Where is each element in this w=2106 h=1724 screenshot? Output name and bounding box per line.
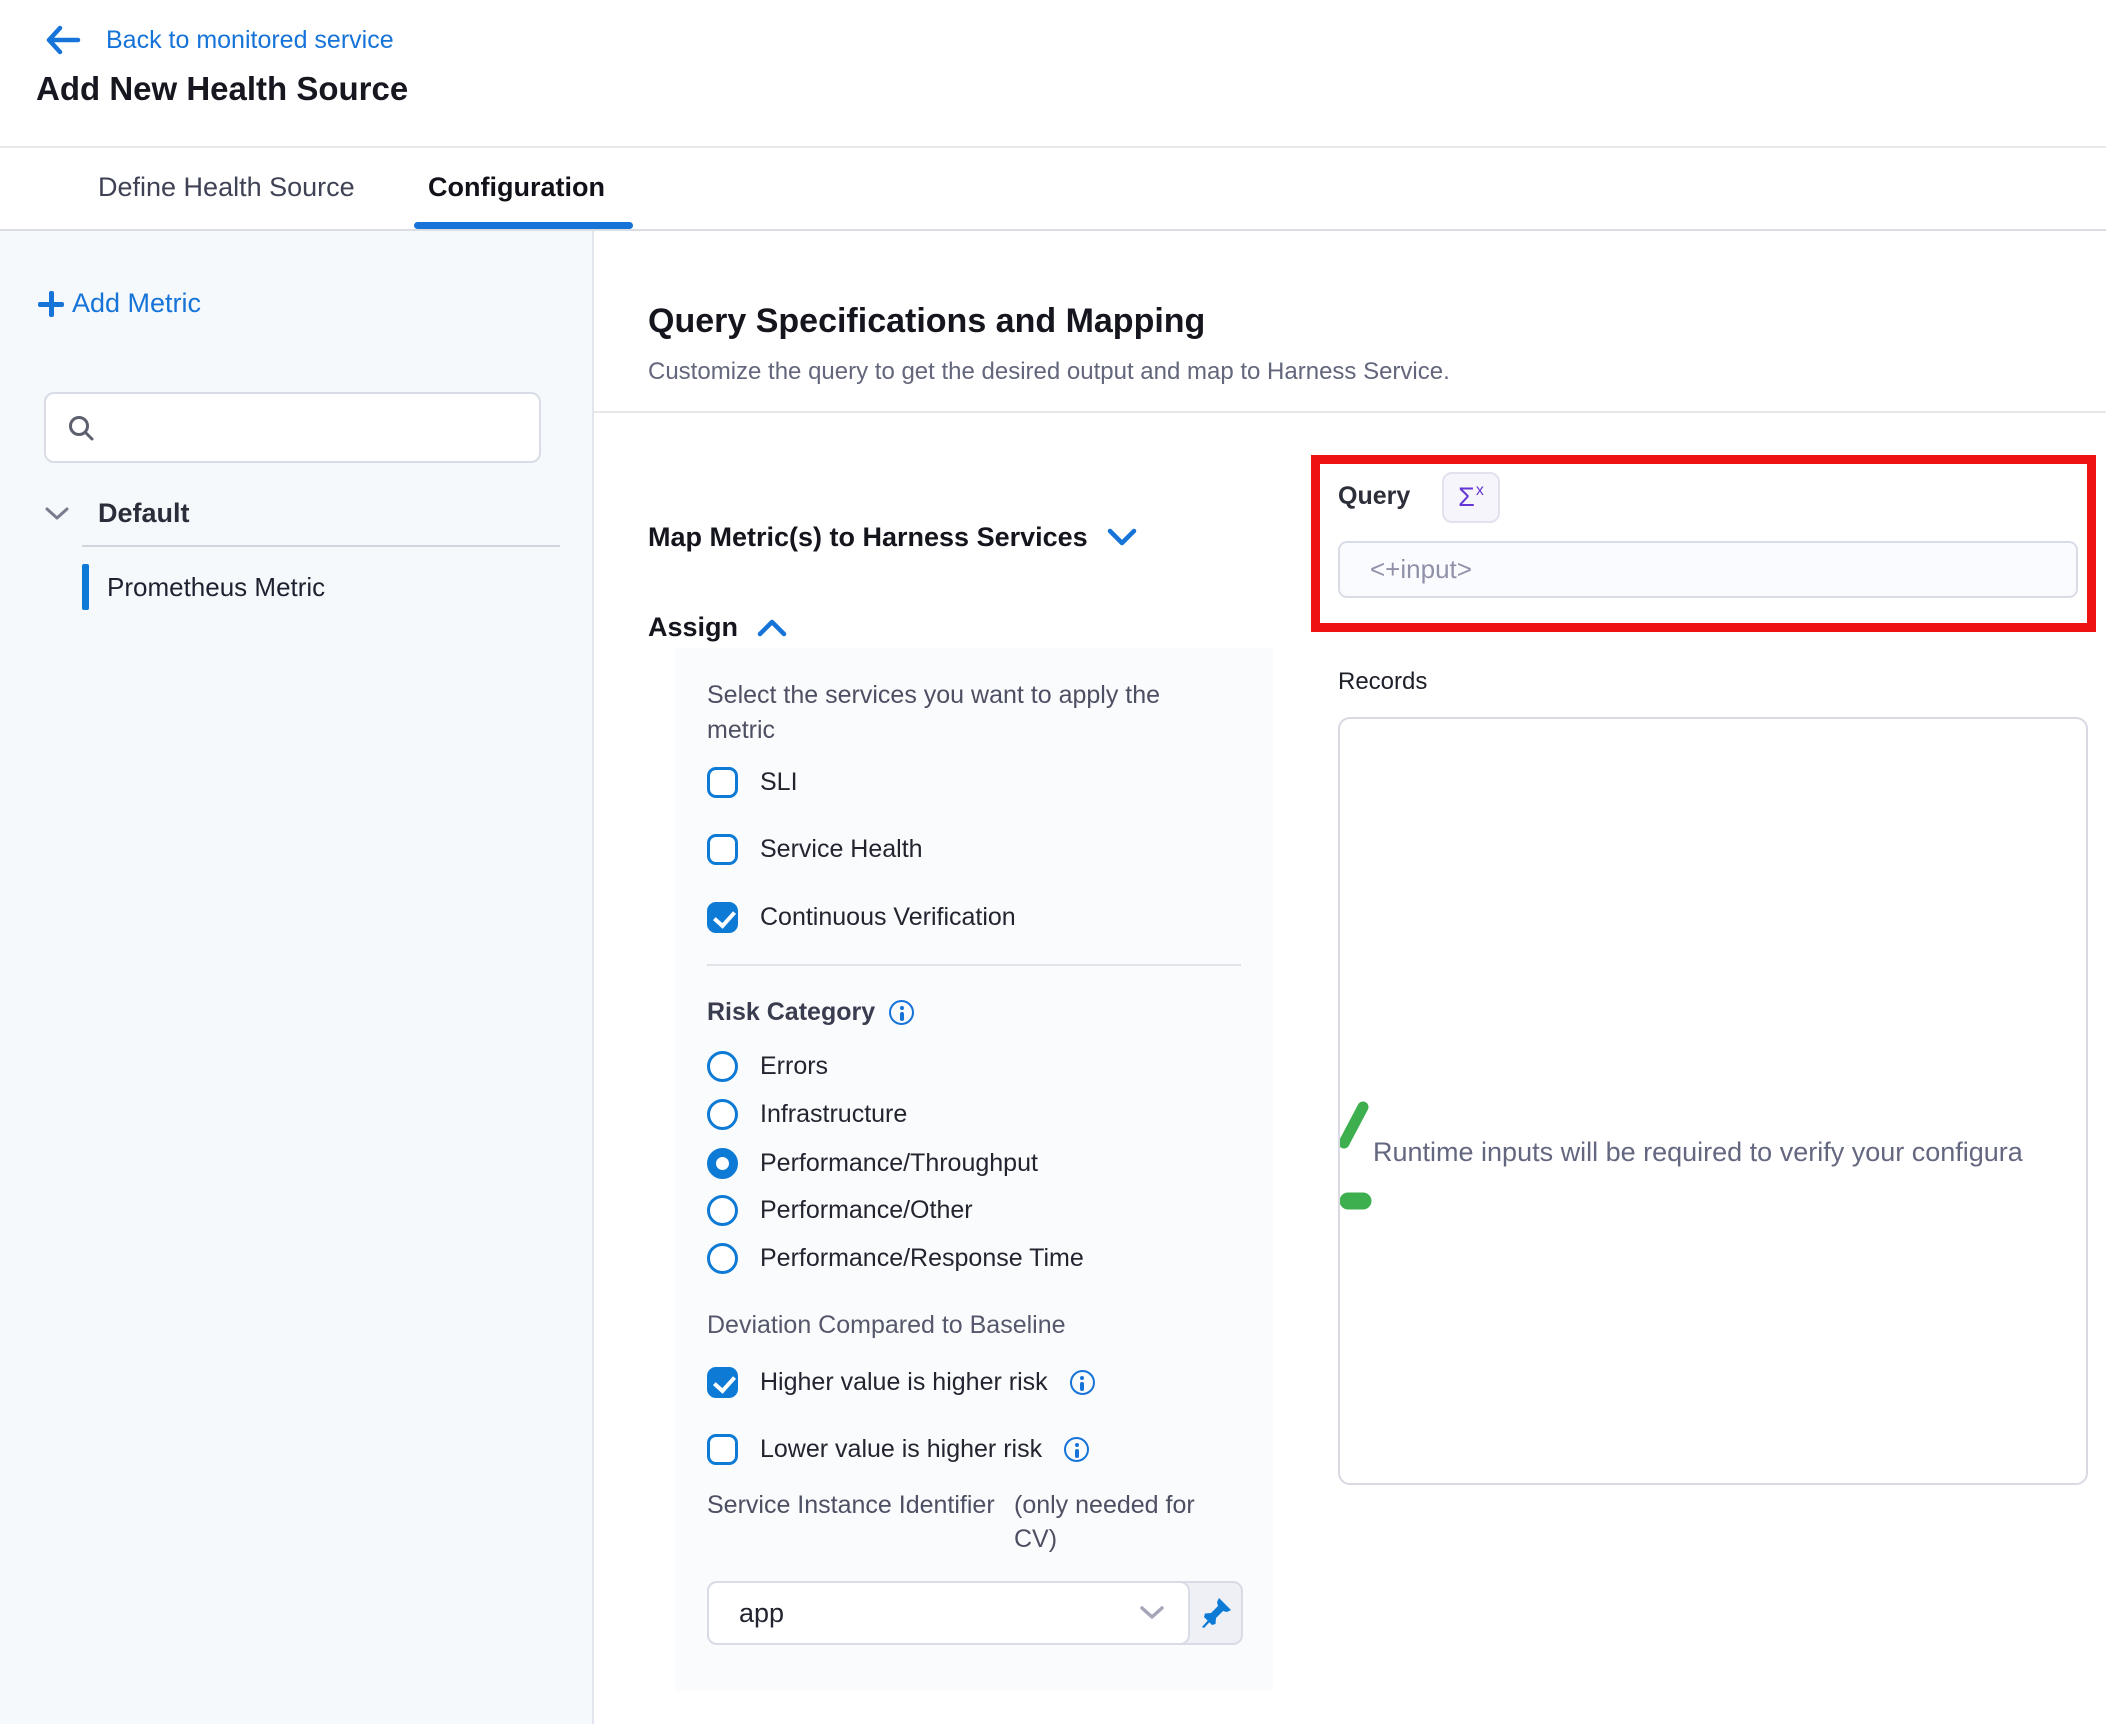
pin-runtime-input-button[interactable] bbox=[1190, 1583, 1241, 1643]
section-heading: Query Specifications and Mapping bbox=[648, 302, 1205, 341]
back-link[interactable]: Back to monitored service bbox=[44, 18, 394, 62]
map-metrics-section-label: Map Metric(s) to Harness Services bbox=[648, 522, 1088, 553]
chevron-up-icon bbox=[756, 617, 788, 638]
radio-label: Performance/Throughput bbox=[760, 1149, 1038, 1178]
checkbox-label: Lower value is higher risk bbox=[760, 1435, 1042, 1464]
checkbox-lower-value-risk[interactable]: Lower value is higher risk bbox=[707, 1432, 1089, 1466]
radio-label: Infrastructure bbox=[760, 1100, 907, 1129]
map-metrics-section-toggle[interactable]: Map Metric(s) to Harness Services bbox=[648, 522, 1138, 553]
search-icon bbox=[66, 413, 96, 443]
records-panel: Runtime inputs will be required to verif… bbox=[1338, 717, 2088, 1485]
info-icon[interactable] bbox=[1070, 1370, 1095, 1395]
back-link-label: Back to monitored service bbox=[106, 26, 394, 55]
checkbox-checked-icon bbox=[707, 902, 738, 933]
query-input[interactable]: <+input> bbox=[1338, 541, 2078, 598]
chevron-down-icon bbox=[1106, 527, 1138, 548]
selected-metric-indicator bbox=[82, 564, 89, 610]
heading-divider bbox=[594, 411, 2106, 413]
checkbox-icon bbox=[707, 767, 738, 798]
add-metric-label: Add Metric bbox=[72, 288, 201, 319]
sidebar-group-default[interactable]: Default bbox=[44, 498, 190, 529]
section-subheading: Customize the query to get the desired o… bbox=[648, 358, 1450, 386]
back-arrow-icon bbox=[44, 25, 82, 55]
service-instance-note: (only needed for CV) bbox=[1014, 1488, 1241, 1556]
query-label: Query bbox=[1338, 482, 1410, 511]
checkbox-icon bbox=[707, 1434, 738, 1465]
checkbox-checked-icon bbox=[707, 1367, 738, 1398]
sigma-sup: x bbox=[1476, 482, 1484, 500]
risk-category-label: Risk Category bbox=[707, 998, 875, 1027]
chevron-down-icon bbox=[44, 505, 70, 522]
checkbox-higher-value-risk[interactable]: Higher value is higher risk bbox=[707, 1365, 1095, 1399]
group-label: Default bbox=[98, 498, 190, 529]
add-metric-button[interactable]: Add Metric bbox=[38, 288, 201, 319]
checkbox-icon bbox=[707, 834, 738, 865]
checkbox-continuous-verification[interactable]: Continuous Verification bbox=[707, 900, 1016, 934]
tab-bar: Define Health Source Configuration bbox=[0, 150, 2106, 231]
assign-section-label: Assign bbox=[648, 612, 738, 643]
checkbox-service-health[interactable]: Service Health bbox=[707, 832, 923, 866]
checkbox-label: SLI bbox=[760, 768, 798, 797]
radio-performance-other[interactable]: Performance/Other bbox=[707, 1193, 973, 1227]
radio-label: Performance/Response Time bbox=[760, 1244, 1084, 1273]
risk-category-header: Risk Category bbox=[707, 998, 914, 1027]
radio-label: Performance/Other bbox=[760, 1196, 973, 1225]
radio-icon bbox=[707, 1243, 738, 1274]
assign-section-toggle[interactable]: Assign bbox=[648, 612, 788, 643]
service-instance-dropdown[interactable]: app bbox=[707, 1581, 1190, 1645]
radio-icon bbox=[707, 1099, 738, 1130]
radio-errors[interactable]: Errors bbox=[707, 1049, 828, 1083]
info-icon[interactable] bbox=[1064, 1437, 1089, 1462]
plus-icon bbox=[38, 291, 64, 317]
active-tab-underline bbox=[414, 222, 633, 229]
pushpin-icon bbox=[1199, 1596, 1233, 1630]
assign-panel: Select the services you want to apply th… bbox=[675, 648, 1273, 1691]
deviation-header: Deviation Compared to Baseline bbox=[707, 1311, 1066, 1340]
sigma-icon: Σ bbox=[1458, 482, 1475, 513]
runtime-inputs-message: Runtime inputs will be required to verif… bbox=[1373, 1137, 2023, 1168]
radio-infrastructure[interactable]: Infrastructure bbox=[707, 1097, 907, 1131]
tab-define-health-source[interactable]: Define Health Source bbox=[98, 172, 355, 203]
panel-divider bbox=[707, 964, 1241, 966]
expression-builder-button[interactable]: Σ x bbox=[1442, 472, 1500, 523]
radio-performance-response-time[interactable]: Performance/Response Time bbox=[707, 1241, 1084, 1275]
page-title: Add New Health Source bbox=[36, 70, 408, 108]
services-prompt: Select the services you want to apply th… bbox=[707, 678, 1235, 748]
checkbox-sli[interactable]: SLI bbox=[707, 765, 798, 799]
service-instance-label: Service Instance Identifier bbox=[707, 1488, 1014, 1556]
radio-selected-icon bbox=[707, 1148, 738, 1179]
radio-performance-throughput[interactable]: Performance/Throughput bbox=[707, 1146, 1038, 1180]
checkbox-label: Continuous Verification bbox=[760, 903, 1016, 932]
metric-search-input[interactable] bbox=[44, 392, 541, 463]
service-instance-field: app bbox=[707, 1581, 1243, 1645]
radio-label: Errors bbox=[760, 1052, 828, 1081]
checkbox-label: Service Health bbox=[760, 835, 923, 864]
radio-icon bbox=[707, 1051, 738, 1082]
radio-icon bbox=[707, 1195, 738, 1226]
records-label: Records bbox=[1338, 668, 1427, 696]
tab-configuration[interactable]: Configuration bbox=[428, 172, 605, 203]
checkbox-label: Higher value is higher risk bbox=[760, 1368, 1048, 1397]
chevron-down-icon bbox=[1138, 1604, 1166, 1622]
query-value: <+input> bbox=[1370, 554, 1472, 585]
group-divider bbox=[82, 545, 560, 547]
service-instance-header: Service Instance Identifier (only needed… bbox=[707, 1488, 1241, 1556]
service-instance-value: app bbox=[739, 1598, 784, 1629]
metric-name: Prometheus Metric bbox=[107, 572, 325, 603]
info-icon[interactable] bbox=[889, 1000, 914, 1025]
sidebar-item-prometheus-metric[interactable]: Prometheus Metric bbox=[82, 563, 325, 611]
